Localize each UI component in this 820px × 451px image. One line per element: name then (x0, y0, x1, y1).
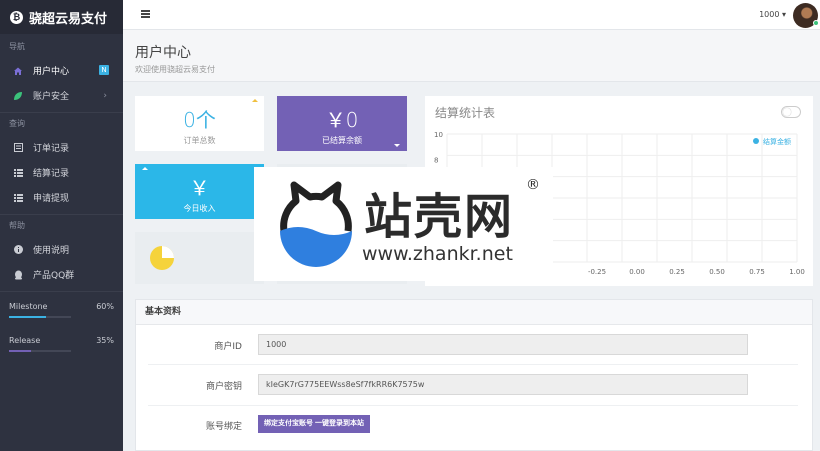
progress-label: Milestone (9, 301, 48, 311)
today-income-value: ￥ (189, 176, 210, 200)
merchant-key-label: 商户密钥 (205, 382, 242, 392)
account-bind-label: 账号绑定 (205, 422, 242, 432)
sidebar-item-settlement-records[interactable]: 结算记录 (0, 160, 123, 185)
sidebar: ₿ 骁超云易支付 导航 用户中心 N 账户安全 › 查询 订单记录 结算记录 申… (0, 0, 123, 451)
sidebar-item-order-records[interactable]: 订单记录 (0, 135, 123, 160)
menu-toggle-icon[interactable] (141, 10, 150, 18)
merchant-id-row: 商户ID (136, 334, 814, 356)
new-badge: N (99, 65, 109, 75)
sidebar-item-label: 账户安全 (33, 92, 70, 102)
progress-milestone: Milestone 60% (0, 298, 123, 318)
y-tick-label: 8 (434, 157, 438, 165)
chevron-right-icon: › (103, 90, 107, 101)
x-tick-label: 0.25 (669, 268, 685, 276)
info-icon (13, 245, 23, 255)
caret-up-icon (142, 167, 148, 170)
x-tick-label: 0.00 (629, 268, 645, 276)
settled-balance-card: ￥0 已结算余额 (277, 96, 407, 151)
account-bind-row: 账号绑定 绑定支付宝账号 一键登录到本站 (136, 414, 814, 436)
merchant-key-row: 商户密钥 (136, 374, 814, 396)
progress-bar (9, 316, 71, 318)
y-tick-label: 10 (434, 131, 443, 139)
sidebar-item-label: 用户中心 (33, 67, 70, 77)
progress-bar (9, 350, 71, 352)
legend-marker (753, 138, 759, 144)
progress-fill (9, 350, 31, 352)
progress-value: 35% (96, 335, 114, 345)
basic-info-title: 基本资料 (136, 300, 812, 325)
merchant-id-field[interactable] (258, 334, 748, 355)
divider (148, 405, 798, 406)
sidebar-item-label: 产品QQ群 (33, 271, 75, 281)
sidebar-item-label: 申请提现 (33, 194, 70, 204)
legend-label: 结算金额 (763, 137, 791, 146)
x-tick-label: 0.75 (749, 268, 765, 276)
sidebar-item-withdraw[interactable]: 申请提现 (0, 185, 123, 210)
sidebar-item-instructions[interactable]: 使用说明 (0, 237, 123, 262)
sidebar-item-user-center[interactable]: 用户中心 N (0, 58, 123, 83)
page-title: 用户中心 (135, 45, 191, 61)
basic-info-panel: 基本资料 商户ID 商户密钥 账号绑定 绑定支付宝账号 一键登录到本站 (135, 299, 813, 451)
merchant-id-label: 商户ID (214, 342, 242, 352)
pie-icon (150, 246, 174, 270)
watermark: 站壳网 ® www.zhankr.net (254, 167, 553, 281)
brand[interactable]: ₿ 骁超云易支付 (0, 0, 123, 34)
settled-balance-label: 已结算余额 (322, 136, 362, 145)
nav-section-label: 帮助 (9, 221, 25, 230)
page-header: 用户中心 欢迎使用骁超云易支付 (123, 30, 820, 82)
nav-section-label: 查询 (9, 119, 25, 128)
cat-logo-icon (280, 181, 352, 267)
progress-fill (9, 316, 47, 318)
list-box-icon (13, 143, 23, 153)
progress-label: Release (9, 335, 41, 345)
list-icon (13, 193, 23, 203)
caret-up-icon (252, 99, 258, 102)
page-subtitle: 欢迎使用骁超云易支付 (135, 65, 215, 74)
leaf-icon (13, 91, 23, 101)
orders-total-card: 0个 订单总数 (135, 96, 264, 151)
merchant-key-field[interactable] (258, 374, 748, 395)
sidebar-item-label: 结算记录 (33, 169, 70, 179)
list-icon (13, 168, 23, 178)
sidebar-item-label: 使用说明 (33, 246, 70, 256)
home-icon (13, 66, 23, 76)
caret-down-icon (394, 144, 400, 147)
sidebar-item-label: 订单记录 (33, 144, 70, 154)
watermark-url: www.zhankr.net (362, 243, 513, 265)
divider (148, 364, 798, 365)
x-tick-label: -0.25 (588, 268, 606, 276)
bitcoin-logo-icon: ₿ (10, 10, 23, 24)
bind-alipay-button[interactable]: 绑定支付宝账号 一键登录到本站 (258, 415, 370, 433)
qq-icon (13, 270, 23, 280)
sidebar-item-account-security[interactable]: 账户安全 › (0, 83, 123, 108)
progress-release: Release 35% (0, 332, 123, 352)
settled-balance-value: ￥0 (325, 108, 359, 132)
x-tick-label: 1.00 (789, 268, 805, 276)
registered-mark: ® (526, 177, 540, 193)
divider (0, 291, 123, 292)
brand-name: 骁超云易支付 (29, 11, 108, 27)
orders-total-value: 0个 (183, 108, 216, 132)
x-tick-label: 0.50 (709, 268, 725, 276)
progress-value: 60% (96, 301, 114, 311)
sidebar-item-qq-group[interactable]: 产品QQ群 (0, 262, 123, 287)
online-status-icon (813, 20, 819, 26)
orders-total-label: 订单总数 (183, 136, 216, 145)
user-dropdown[interactable]: 1000 ▾ (759, 10, 786, 19)
today-income-label: 今日收入 (183, 204, 216, 213)
pie-card (135, 232, 264, 284)
today-income-card: ￥ 今日收入 (135, 164, 264, 219)
watermark-text: 站壳网 (364, 189, 515, 245)
top-bar: 1000 ▾ (123, 0, 820, 30)
nav-section-label: 导航 (9, 42, 25, 51)
